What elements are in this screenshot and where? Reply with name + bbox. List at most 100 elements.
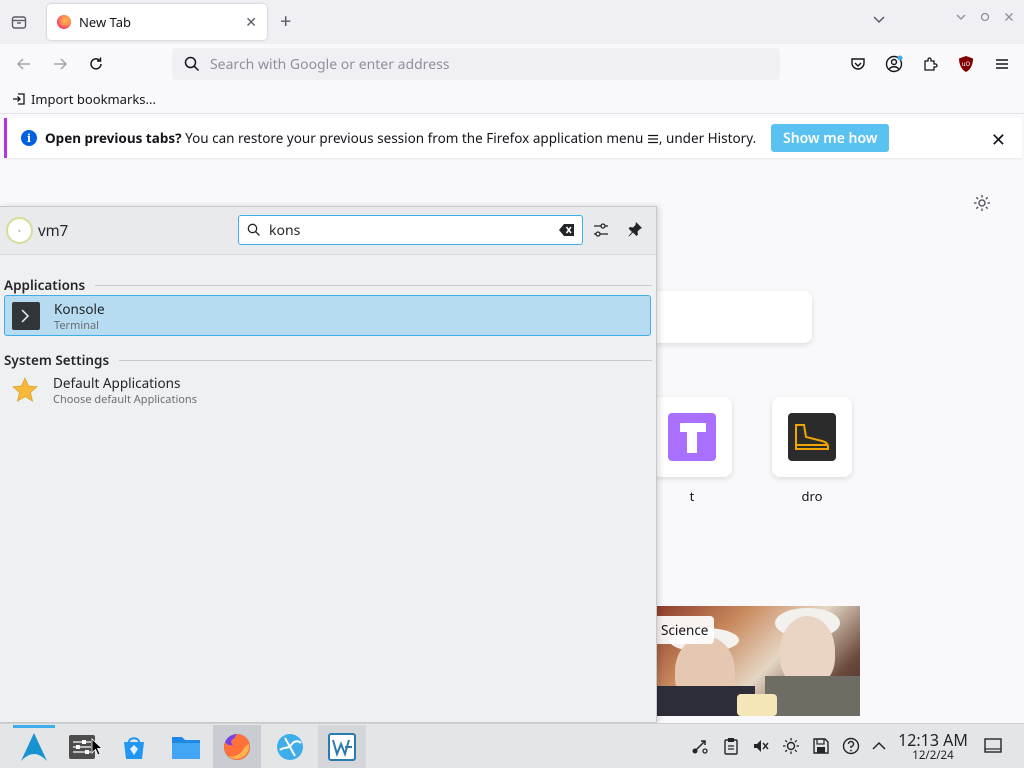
clear-search-icon[interactable] bbox=[558, 222, 576, 242]
application-launcher-popup: • vm7 Applications Konsole Terminal Syst… bbox=[0, 206, 657, 723]
help-icon[interactable] bbox=[841, 736, 861, 756]
boot-tile-icon bbox=[788, 413, 836, 461]
clipboard-icon[interactable] bbox=[721, 736, 741, 756]
notification-bold: Open previous tabs? bbox=[45, 129, 182, 147]
forward-button[interactable] bbox=[48, 52, 72, 76]
discover-icon bbox=[124, 736, 144, 759]
t-tile-icon bbox=[668, 413, 716, 461]
result-default-applications[interactable]: Default Applications Choose default Appl… bbox=[4, 370, 651, 411]
window-controls bbox=[956, 12, 1014, 22]
section-header-system-settings: System Settings bbox=[4, 351, 652, 369]
tab-title: New Tab bbox=[79, 13, 132, 31]
story-image-part bbox=[737, 694, 777, 716]
result-description: Terminal bbox=[54, 318, 100, 333]
result-description: Choose default Applications bbox=[53, 392, 197, 407]
new-tab-button[interactable]: + bbox=[280, 10, 291, 32]
launcher-search-input[interactable] bbox=[269, 220, 549, 240]
firefox-icon bbox=[224, 733, 250, 760]
tab-new-tab[interactable]: New Tab ✕ bbox=[47, 4, 267, 40]
save-icon[interactable] bbox=[811, 736, 831, 756]
close-window-icon[interactable] bbox=[1004, 12, 1014, 22]
shortcut-tile-t[interactable] bbox=[652, 397, 732, 477]
taskbar-discover[interactable] bbox=[110, 725, 158, 768]
customize-button[interactable] bbox=[972, 193, 992, 217]
file-manager-icon bbox=[172, 736, 200, 759]
taskbar-browser[interactable] bbox=[266, 725, 314, 768]
volume-muted-icon[interactable] bbox=[751, 736, 771, 756]
taskbar-firefox[interactable] bbox=[213, 725, 261, 768]
close-notification-icon[interactable]: ✕ bbox=[991, 128, 1006, 152]
show-me-how-button[interactable]: Show me how bbox=[771, 124, 890, 152]
result-name: Konsole bbox=[54, 300, 105, 318]
show-desktop-icon[interactable] bbox=[983, 736, 1003, 756]
notification-message: Open previous tabs? You can restore your… bbox=[45, 129, 756, 147]
star-icon bbox=[12, 377, 38, 402]
story-image-part bbox=[765, 676, 860, 716]
toolbar-icons: uO bbox=[848, 54, 1012, 74]
ublock-icon[interactable]: uO bbox=[956, 54, 976, 74]
result-name: Default Applications bbox=[53, 374, 181, 392]
arrow-right-icon bbox=[54, 58, 68, 70]
shortcut-label: dro bbox=[801, 487, 823, 505]
result-konsole[interactable]: Konsole Terminal bbox=[4, 295, 651, 336]
import-bookmarks-button[interactable]: Import bookmarks... bbox=[12, 90, 156, 108]
restore-session-notification: i Open previous tabs? You can restore yo… bbox=[4, 118, 1022, 158]
section-header-applications: Applications bbox=[4, 276, 652, 294]
close-tab-icon[interactable]: ✕ bbox=[245, 13, 257, 32]
info-icon: i bbox=[21, 130, 37, 146]
taskbar-file-manager[interactable] bbox=[162, 725, 210, 768]
address-bar[interactable] bbox=[172, 48, 780, 80]
maximize-icon[interactable] bbox=[980, 12, 990, 22]
svg-text:uO: uO bbox=[962, 61, 971, 68]
shortcut-label: t bbox=[689, 487, 695, 505]
pocket-icon[interactable] bbox=[848, 54, 868, 74]
taskbar-libreoffice[interactable] bbox=[318, 725, 366, 768]
configure-filter-button[interactable] bbox=[592, 221, 610, 243]
browser-icon bbox=[277, 733, 303, 760]
menu-icon[interactable] bbox=[992, 54, 1012, 74]
tab-bar: New Tab ✕ + bbox=[0, 0, 1024, 44]
import-bookmarks-label: Import bookmarks... bbox=[31, 90, 156, 108]
notification-text-1: You can restore your previous session fr… bbox=[181, 129, 647, 147]
application-launcher-button[interactable] bbox=[10, 725, 58, 768]
clock-time: 12:13 AM bbox=[898, 729, 968, 751]
search-icon bbox=[247, 223, 260, 236]
account-icon[interactable] bbox=[884, 54, 904, 74]
bookmarks-toolbar: Import bookmarks... bbox=[0, 84, 1024, 114]
notification-text-2: , under History. bbox=[658, 129, 757, 147]
story-category-tag: Science bbox=[655, 616, 715, 644]
launcher-search-field[interactable] bbox=[238, 215, 583, 245]
sliders-icon bbox=[594, 223, 608, 237]
chevron-up-icon[interactable] bbox=[869, 736, 889, 756]
back-button[interactable] bbox=[12, 52, 36, 76]
list-all-tabs-button[interactable] bbox=[872, 12, 886, 30]
brightness-icon[interactable] bbox=[781, 736, 801, 756]
gear-icon bbox=[974, 195, 990, 211]
application-launcher-icon bbox=[21, 732, 47, 761]
reload-icon bbox=[90, 57, 102, 70]
reload-button[interactable] bbox=[84, 52, 108, 76]
launcher-header: • vm7 bbox=[0, 207, 656, 255]
search-icon bbox=[184, 56, 200, 72]
terminal-icon bbox=[12, 302, 40, 330]
digital-clock[interactable]: 12:13 AM 12/2/24 bbox=[896, 731, 970, 763]
avatar[interactable]: • bbox=[6, 217, 33, 244]
pin-launcher-button[interactable] bbox=[627, 221, 643, 241]
pin-icon bbox=[628, 222, 642, 237]
tab-list-button[interactable] bbox=[6, 10, 32, 34]
address-input[interactable] bbox=[210, 54, 750, 74]
mouse-cursor-icon bbox=[91, 738, 103, 756]
import-icon bbox=[13, 93, 25, 105]
minimize-icon[interactable] bbox=[956, 12, 966, 22]
hamburger-menu-icon bbox=[647, 134, 658, 144]
kde-connect-icon[interactable] bbox=[690, 736, 710, 756]
username: vm7 bbox=[38, 221, 69, 241]
firefox-favicon-icon bbox=[57, 15, 71, 29]
clock-date: 12/2/24 bbox=[912, 748, 954, 763]
tabs-list-icon bbox=[11, 16, 27, 29]
arrow-left-icon bbox=[16, 58, 30, 70]
newtab-search-box[interactable] bbox=[640, 291, 812, 343]
taskbar: 12:13 AM 12/2/24 bbox=[0, 723, 1024, 768]
extensions-icon[interactable] bbox=[920, 54, 940, 74]
shortcut-tile-dro[interactable] bbox=[772, 397, 852, 477]
